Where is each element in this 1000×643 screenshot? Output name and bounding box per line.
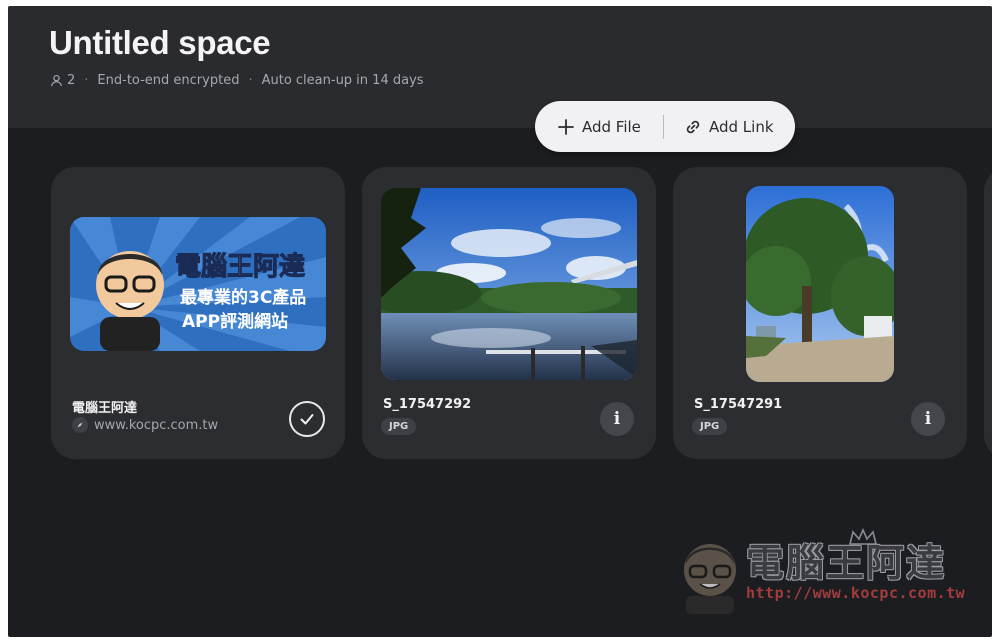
banner-subtitle: 最專業的3C產品 (180, 287, 306, 308)
banner-title: 電腦王阿達 (175, 252, 305, 282)
info-button[interactable]: i (600, 402, 634, 436)
add-link-label: Add Link (709, 117, 774, 136)
url-text: www.kocpc.com.tw (94, 417, 219, 433)
chain-link-icon (686, 120, 700, 133)
space-header: Untitled space 2 · End-to-end encrypted … (8, 6, 992, 128)
mascot-logo (684, 544, 736, 614)
encryption-status: End-to-end encrypted (97, 73, 240, 88)
file-type-badge: JPG (381, 418, 417, 435)
link-card[interactable]: 電腦王阿達 最專業的3C產品 APP評測網站 電腦王阿達 www.kocpc.c… (51, 167, 345, 459)
app-frame: Untitled space 2 · End-to-end encrypted … (8, 6, 992, 637)
cleanup-status: Auto clean-up in 14 days (261, 73, 424, 88)
file-name: S_17547291 (694, 397, 783, 412)
link-preview-image: 電腦王阿達 最專業的3C產品 APP評測網站 (70, 217, 326, 351)
user-icon (51, 74, 62, 87)
card-title: 電腦王阿達 (72, 401, 138, 416)
watermark-url: http://www.kocpc.com.tw (746, 584, 966, 602)
file-type-badge: JPG (692, 418, 728, 435)
checkmark-icon (300, 414, 314, 425)
select-check-button[interactable] (289, 401, 325, 437)
banner-tagline: APP評測網站 (182, 311, 288, 332)
add-file-label: Add File (582, 117, 641, 136)
space-title[interactable]: Untitled space (49, 24, 271, 62)
info-icon: i (613, 409, 621, 429)
add-file-button[interactable]: Add File (535, 101, 663, 152)
photo-thumbnail (381, 188, 637, 380)
compass-icon (72, 417, 88, 433)
card-url[interactable]: www.kocpc.com.tw (72, 417, 218, 433)
file-card[interactable]: S_17547291 JPG i (673, 167, 967, 459)
add-actions-bar: Add File Add Link (535, 101, 795, 152)
member-count[interactable]: 2 (67, 73, 75, 88)
add-link-button[interactable]: Add Link (664, 101, 774, 152)
info-button[interactable]: i (911, 402, 945, 436)
photo-thumbnail (746, 186, 894, 382)
file-card[interactable]: S_17547292 JPG i (362, 167, 656, 459)
space-meta: 2 · End-to-end encrypted · Auto clean-up… (50, 73, 424, 88)
plus-icon (558, 118, 574, 135)
watermark-title: 電腦王阿達 (746, 541, 947, 585)
watermark: 電腦王阿達 http://www.kocpc.com.tw (676, 528, 976, 614)
info-icon: i (924, 409, 932, 429)
file-name: S_17547292 (383, 397, 472, 412)
file-card-partial[interactable] (984, 167, 992, 459)
meta-separator: · (84, 73, 89, 88)
meta-separator: · (248, 73, 253, 88)
